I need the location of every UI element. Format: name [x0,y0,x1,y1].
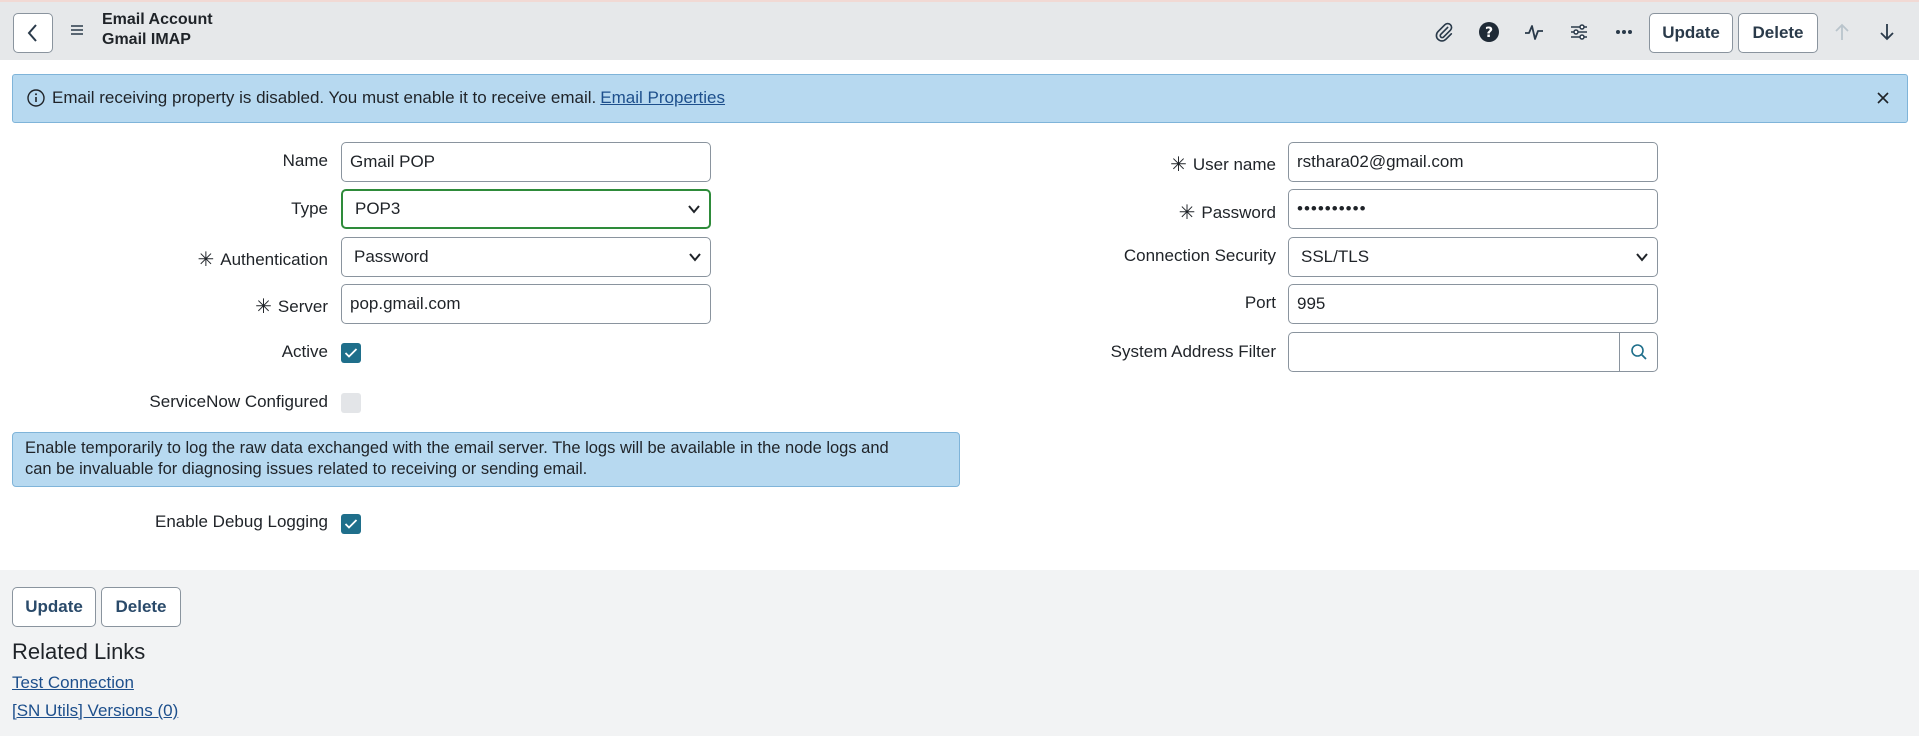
debug-info-line1: Enable temporarily to log the raw data e… [25,439,889,457]
password-value: •••••••••• [1297,199,1367,218]
server-value: pop.gmail.com [350,294,461,313]
form-title-record: Gmail IMAP [102,31,191,48]
port-field[interactable]: 995 [1288,284,1658,324]
servicenow-configured-checkbox [341,393,361,413]
type-label: Type [291,199,328,218]
server-label-text: Server [277,297,328,316]
more-options-icon[interactable] [1611,19,1637,45]
chevron-left-icon [27,24,37,42]
arrow-up-icon[interactable] [1829,19,1855,45]
name-label: Name [282,151,328,170]
form-footer: Update Delete Related Links Test Connect… [0,570,1919,736]
authentication-label: ✳ Authentication [197,246,328,271]
footer-delete-button[interactable]: Delete [101,587,181,627]
close-icon[interactable] [1875,90,1891,111]
username-label-text: User name [1192,155,1276,174]
chevron-down-icon [1636,253,1648,262]
info-alert: Email receiving property is disabled. Yo… [12,74,1908,123]
debug-info-box: Enable temporarily to log the raw data e… [12,432,960,487]
password-label-text: Password [1201,203,1276,222]
checkmark-icon [344,348,358,358]
username-field[interactable]: rsthara02@gmail.com [1288,142,1658,182]
test-connection-link[interactable]: Test Connection [12,673,134,693]
connection-security-label: Connection Security [1123,246,1276,265]
enable-debug-logging-label: Enable Debug Logging [155,512,328,531]
info-icon [27,89,45,112]
debug-info-line2: can be invaluable for diagnosing issues … [25,460,588,478]
name-value: Gmail POP [350,152,436,171]
back-button[interactable] [13,13,53,53]
svg-text:?: ? [1485,25,1493,41]
system-address-filter-label: System Address Filter [1110,342,1276,361]
alert-message: Email receiving property is disabled. Yo… [52,88,725,108]
authentication-label-text: Authentication [220,250,328,269]
header-update-button[interactable]: Update [1649,13,1733,53]
email-properties-link[interactable]: Email Properties [600,88,725,107]
form-header: Email Account Gmail IMAP ? Update Delete [0,0,1919,60]
required-icon: ✳ [255,296,272,318]
required-icon: ✳ [1178,202,1196,224]
arrow-down-icon[interactable] [1874,19,1900,45]
authentication-select[interactable]: Password [341,237,711,277]
required-icon: ✳ [197,249,215,271]
active-label: Active [281,342,328,361]
port-label: Port [1244,293,1276,312]
connection-security-value: SSL/TLS [1301,247,1370,266]
required-icon: ✳ [1170,154,1187,176]
menu-icon[interactable] [68,21,86,39]
active-checkbox[interactable] [341,343,361,363]
system-address-filter-field[interactable] [1288,332,1620,372]
server-label: ✳ Server [255,293,328,318]
type-select[interactable]: POP3 [341,189,711,229]
activity-icon[interactable] [1521,19,1547,45]
password-field[interactable]: •••••••••• [1288,189,1658,229]
username-value: rsthara02@gmail.com [1297,152,1464,171]
port-value: 995 [1297,294,1326,313]
checkmark-icon [344,519,358,529]
search-icon [1630,344,1647,360]
settings-sliders-icon[interactable] [1566,19,1592,45]
sn-utils-versions-link[interactable]: [SN Utils] Versions (0) [12,701,178,721]
form-title: Email Account Gmail IMAP [102,10,213,50]
related-links-title: Related Links [12,639,146,664]
lookup-button[interactable] [1619,332,1658,372]
server-field[interactable]: pop.gmail.com [341,284,711,324]
password-label: ✳ Password [1179,199,1276,224]
header-delete-button[interactable]: Delete [1738,13,1818,53]
help-icon[interactable]: ? [1476,19,1502,45]
chevron-down-icon [689,253,701,262]
username-label: ✳ User name [1170,151,1276,176]
servicenow-configured-label: ServiceNow Configured [149,392,328,411]
footer-update-button[interactable]: Update [12,587,96,627]
enable-debug-logging-checkbox[interactable] [341,514,361,534]
authentication-value: Password [354,247,429,266]
chevron-down-icon [688,205,700,214]
alert-message-text: Email receiving property is disabled. Yo… [52,88,597,107]
name-field[interactable]: Gmail POP [341,142,711,182]
form-title-table: Email Account [102,11,213,28]
type-value: POP3 [355,199,401,218]
paperclip-icon[interactable] [1431,19,1457,45]
connection-security-select[interactable]: SSL/TLS [1288,237,1658,277]
